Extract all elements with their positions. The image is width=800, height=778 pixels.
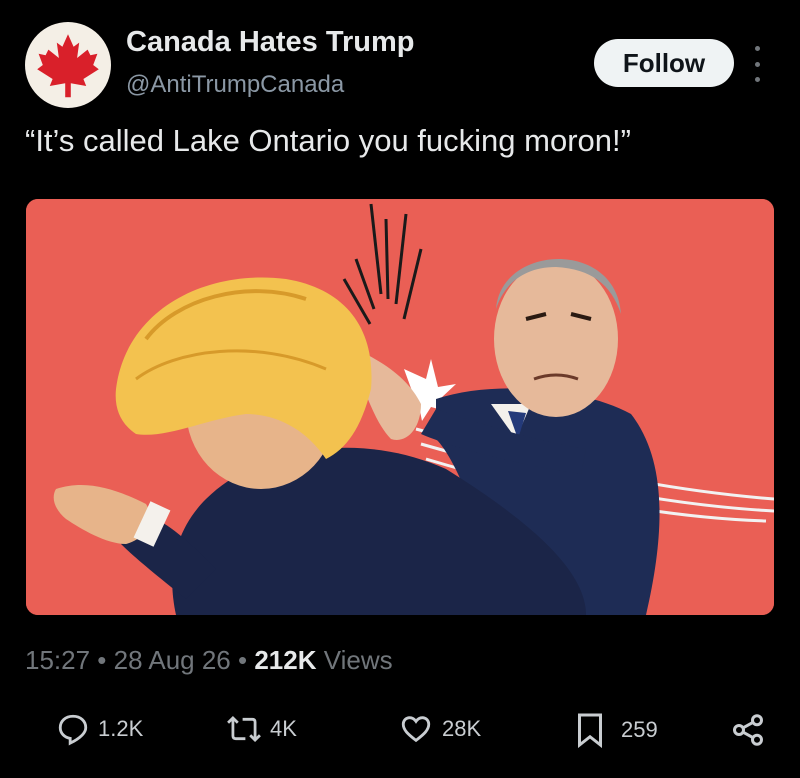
heart-icon [401,716,431,743]
follow-button[interactable]: Follow [594,39,734,87]
illustration [26,199,774,615]
reply-icon [58,714,88,746]
author-handle[interactable]: @AntiTrumpCanada [126,71,344,99]
bookmark-icon [578,713,602,748]
action-bar: 1.2K 4K 28K 259 [0,702,800,774]
tweet-time[interactable]: 15:27 [25,645,90,675]
like-button[interactable]: 28K [398,712,481,746]
tweet-text: “It’s called Lake Ontario you fucking mo… [25,123,631,158]
repost-button[interactable]: 4K [226,712,297,746]
author-name[interactable]: Canada Hates Trump [126,26,414,59]
reply-button[interactable]: 1.2K [56,712,143,746]
bookmark-count: 259 [621,717,658,742]
bookmark-button[interactable]: 259 [575,712,658,748]
views-count: 212K [254,645,317,675]
reply-count: 1.2K [98,716,144,741]
more-options-icon[interactable] [750,46,764,82]
tweet-date[interactable]: 28 Aug 26 [114,645,231,675]
tweet-meta: 15:27 • 28 Aug 26 • 212K Views [25,645,393,676]
meta-separator: • [230,645,255,675]
tweet-image[interactable] [26,199,774,615]
like-count: 28K [442,716,482,741]
avatar[interactable] [25,22,111,108]
share-icon [733,714,763,746]
meta-separator: • [90,645,114,675]
views-label: Views [316,645,393,675]
repost-count: 4K [270,716,297,741]
maple-leaf-icon [37,34,99,98]
share-button[interactable] [730,712,766,748]
repost-icon [227,715,261,743]
